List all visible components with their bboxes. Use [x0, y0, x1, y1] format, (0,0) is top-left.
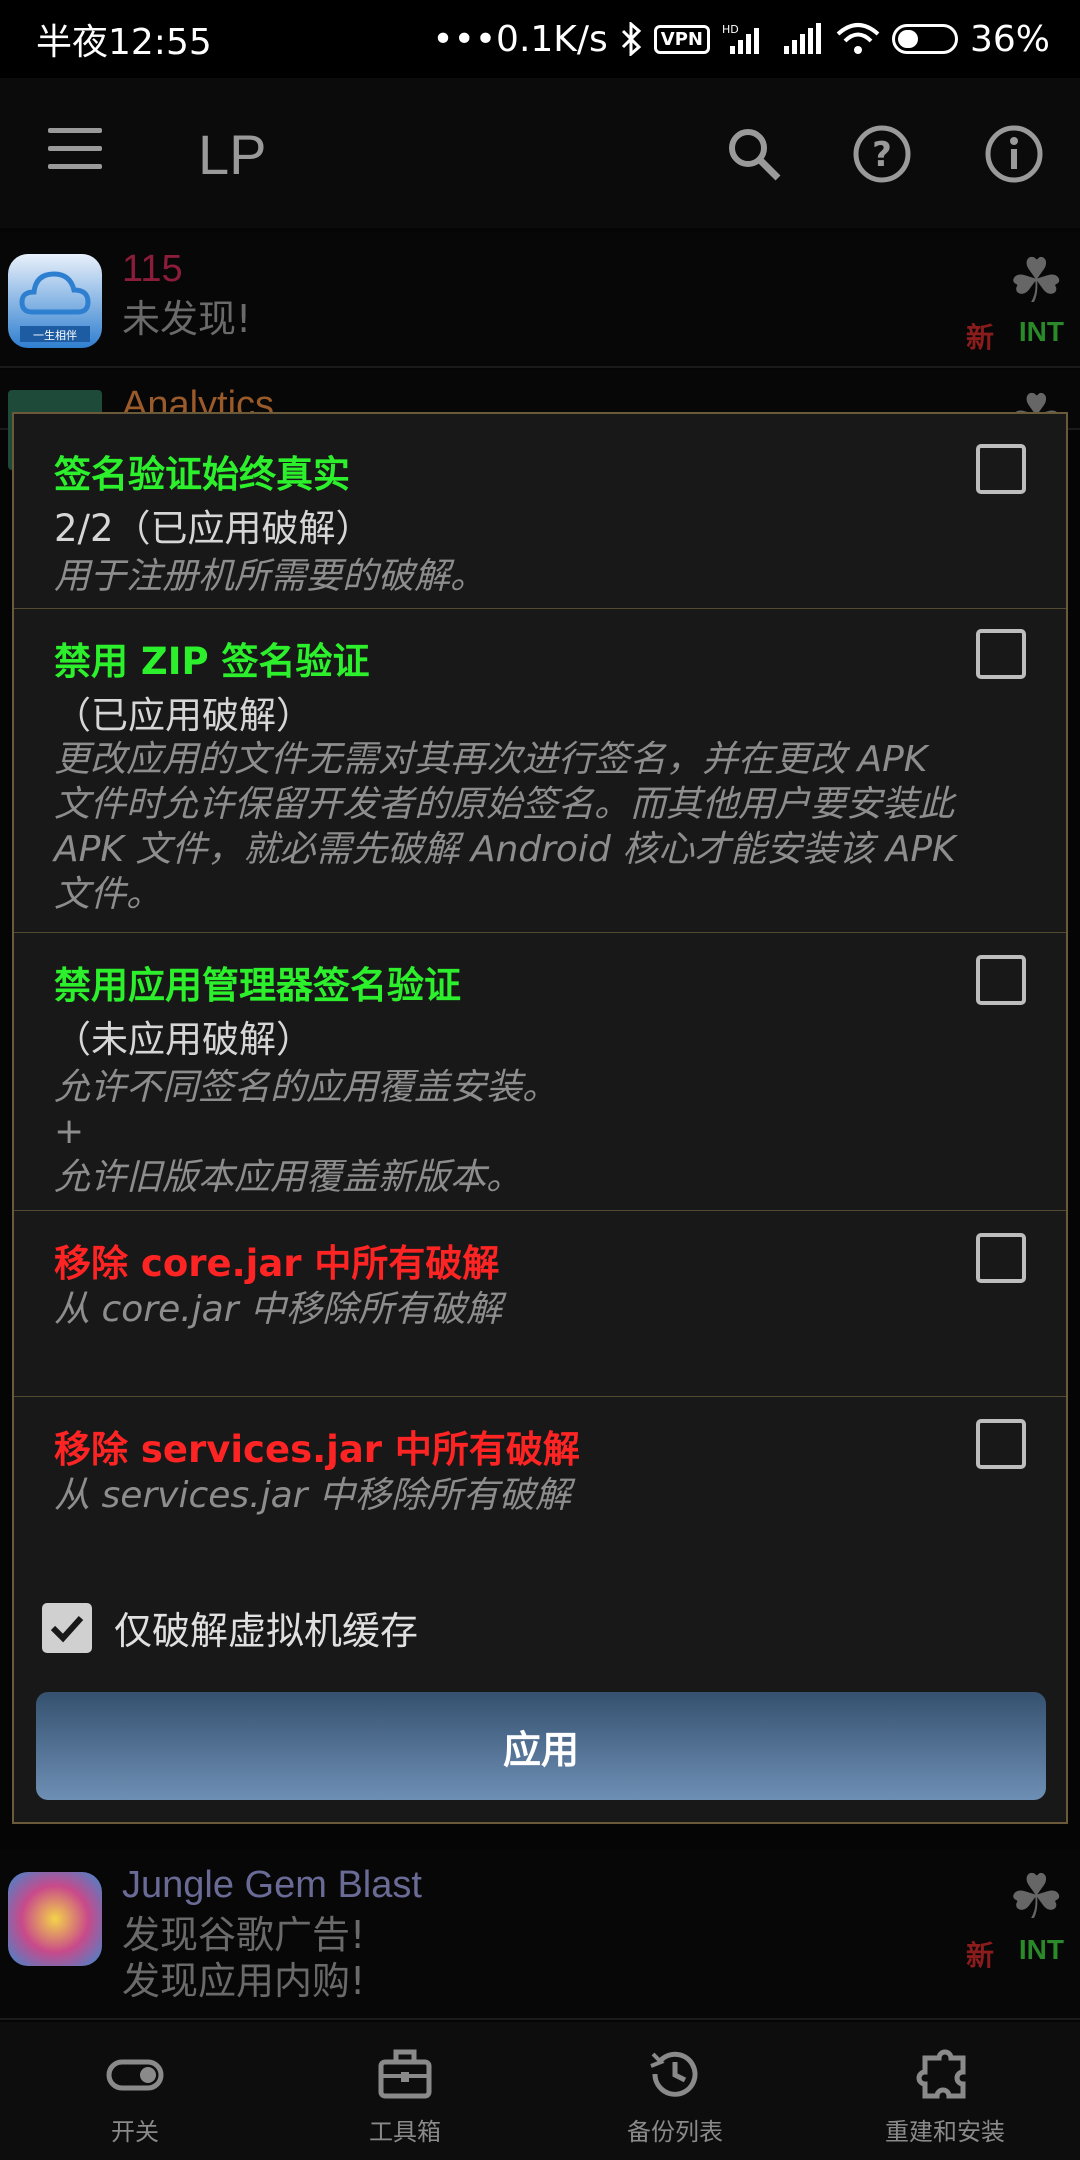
- tab-rebuild-install[interactable]: 重建和安装: [810, 2022, 1080, 2160]
- backup-icon: [650, 2051, 698, 2097]
- option-status: 2/2（已应用破解）: [54, 507, 373, 550]
- svg-text:HD: HD: [722, 23, 739, 36]
- option-checkbox[interactable]: [976, 955, 1026, 1005]
- patch-option[interactable]: 移除 services.jar 中所有破解 从 services.jar 中移除…: [14, 1397, 1066, 1567]
- battery-icon: [891, 24, 958, 54]
- tab-toolbox[interactable]: 工具箱: [270, 2022, 540, 2160]
- battery-percent: 36%: [969, 18, 1050, 60]
- app-status: 发现应用内购!: [122, 1959, 366, 2003]
- tab-switch[interactable]: 开关: [0, 2022, 270, 2160]
- tab-backup-list[interactable]: 备份列表: [540, 2022, 810, 2160]
- option-description: 允许不同签名的应用覆盖安装。: [54, 1067, 559, 1108]
- patch-option[interactable]: 签名验证始终真实 2/2（已应用破解） 用于注册机所需要的破解。: [14, 414, 1066, 609]
- patch-dialog: 签名验证始终真实 2/2（已应用破解） 用于注册机所需要的破解。 禁用 ZIP …: [12, 412, 1068, 1824]
- toggle-icon: [106, 2059, 164, 2091]
- status-bar: 半夜12:55 •••0.1K/s VPN HD 36%: [0, 0, 1080, 78]
- vpn-badge: VPN: [653, 24, 710, 54]
- status-time: 半夜12:55: [36, 22, 212, 63]
- app-status: 发现谷歌广告!: [122, 1913, 366, 1957]
- option-checkbox[interactable]: [976, 629, 1026, 679]
- tab-label: 工具箱: [369, 2118, 441, 2146]
- bluetooth-icon: [620, 22, 642, 56]
- app-icon: [8, 1872, 102, 1966]
- tab-label: 重建和安装: [885, 2118, 1005, 2146]
- vm-cache-checkbox[interactable]: [42, 1602, 92, 1653]
- patch-option[interactable]: 禁用应用管理器签名验证 （未应用破解） 允许不同签名的应用覆盖安装。 + 允许旧…: [14, 933, 1066, 1211]
- menu-icon[interactable]: [48, 128, 102, 170]
- help-icon[interactable]: ?: [850, 122, 914, 186]
- option-title: 签名验证始终真实: [54, 453, 350, 496]
- new-badge: 新: [965, 1939, 994, 1972]
- new-badge: 新: [965, 321, 994, 354]
- list-item[interactable]: 一生相伴 115 未发现! ☘ 新 INT: [0, 232, 1080, 368]
- option-description: 从 services.jar 中移除所有破解: [54, 1475, 571, 1516]
- app-icon: 一生相伴: [8, 254, 102, 348]
- toolbox-icon: [378, 2049, 432, 2099]
- option-title: 禁用 ZIP 签名验证: [54, 640, 370, 683]
- vm-cache-label: 仅破解虚拟机缓存: [114, 1609, 419, 1653]
- network-speed-value: 0.1K/s: [496, 18, 608, 60]
- int-badge: INT: [1018, 316, 1064, 347]
- tab-label: 开关: [111, 2118, 159, 2146]
- patch-option[interactable]: 移除 core.jar 中所有破解 从 core.jar 中移除所有破解: [14, 1211, 1066, 1397]
- app-name: 115: [122, 248, 183, 290]
- option-description: 更改应用的文件无需对其再次进行签名，并在更改 APK 文件时允许保留开发者的原始…: [54, 739, 956, 915]
- svg-text:?: ?: [872, 135, 892, 175]
- option-description: 用于注册机所需要的破解。: [54, 556, 487, 597]
- option-checkbox[interactable]: [976, 1419, 1026, 1469]
- bottom-nav: 开关 工具箱 备份列表 重建和安装: [0, 2022, 1080, 2160]
- puzzle-icon: [916, 2049, 966, 2099]
- option-status: （未应用破解）: [54, 1018, 313, 1061]
- svg-text:一生相伴: 一生相伴: [33, 328, 77, 342]
- clover-icon: ☘: [1008, 1860, 1064, 1933]
- patch-option[interactable]: 禁用 ZIP 签名验证 （已应用破解） 更改应用的文件无需对其再次进行签名，并在…: [14, 609, 1066, 933]
- option-title: 移除 core.jar 中所有破解: [54, 1242, 500, 1285]
- option-description: 从 core.jar 中移除所有破解: [54, 1289, 502, 1330]
- vm-cache-only-option[interactable]: 仅破解虚拟机缓存: [42, 1600, 418, 1655]
- option-checkbox[interactable]: [976, 1233, 1026, 1283]
- clover-icon: ☘: [1008, 244, 1064, 317]
- tab-label: 备份列表: [627, 2118, 723, 2146]
- search-icon[interactable]: [722, 122, 786, 186]
- option-description: 允许旧版本应用覆盖新版本。: [54, 1157, 523, 1198]
- list-item[interactable]: Jungle Gem Blast 发现谷歌广告! 发现应用内购! ☘ 新 INT: [0, 1850, 1080, 2020]
- wifi-icon: [836, 22, 880, 56]
- option-title: 移除 services.jar 中所有破解: [54, 1428, 580, 1471]
- network-speed: •••0.1K/s: [432, 18, 608, 60]
- app-bar: LP ?: [0, 78, 1080, 228]
- check-icon: [50, 1615, 84, 1642]
- signal-hd-icon: HD: [722, 22, 768, 56]
- apply-button[interactable]: 应用: [36, 1692, 1046, 1800]
- int-badge: INT: [1018, 1934, 1064, 1965]
- app-status: 未发现!: [122, 297, 252, 341]
- info-icon[interactable]: [982, 122, 1046, 186]
- option-checkbox[interactable]: [976, 444, 1026, 494]
- signal-icon: [780, 22, 824, 56]
- option-description: +: [54, 1111, 85, 1152]
- option-status: （已应用破解）: [54, 694, 313, 737]
- app-name: Jungle Gem Blast: [122, 1864, 422, 1906]
- page-title: LP: [198, 123, 267, 186]
- option-title: 禁用应用管理器签名验证: [54, 964, 461, 1007]
